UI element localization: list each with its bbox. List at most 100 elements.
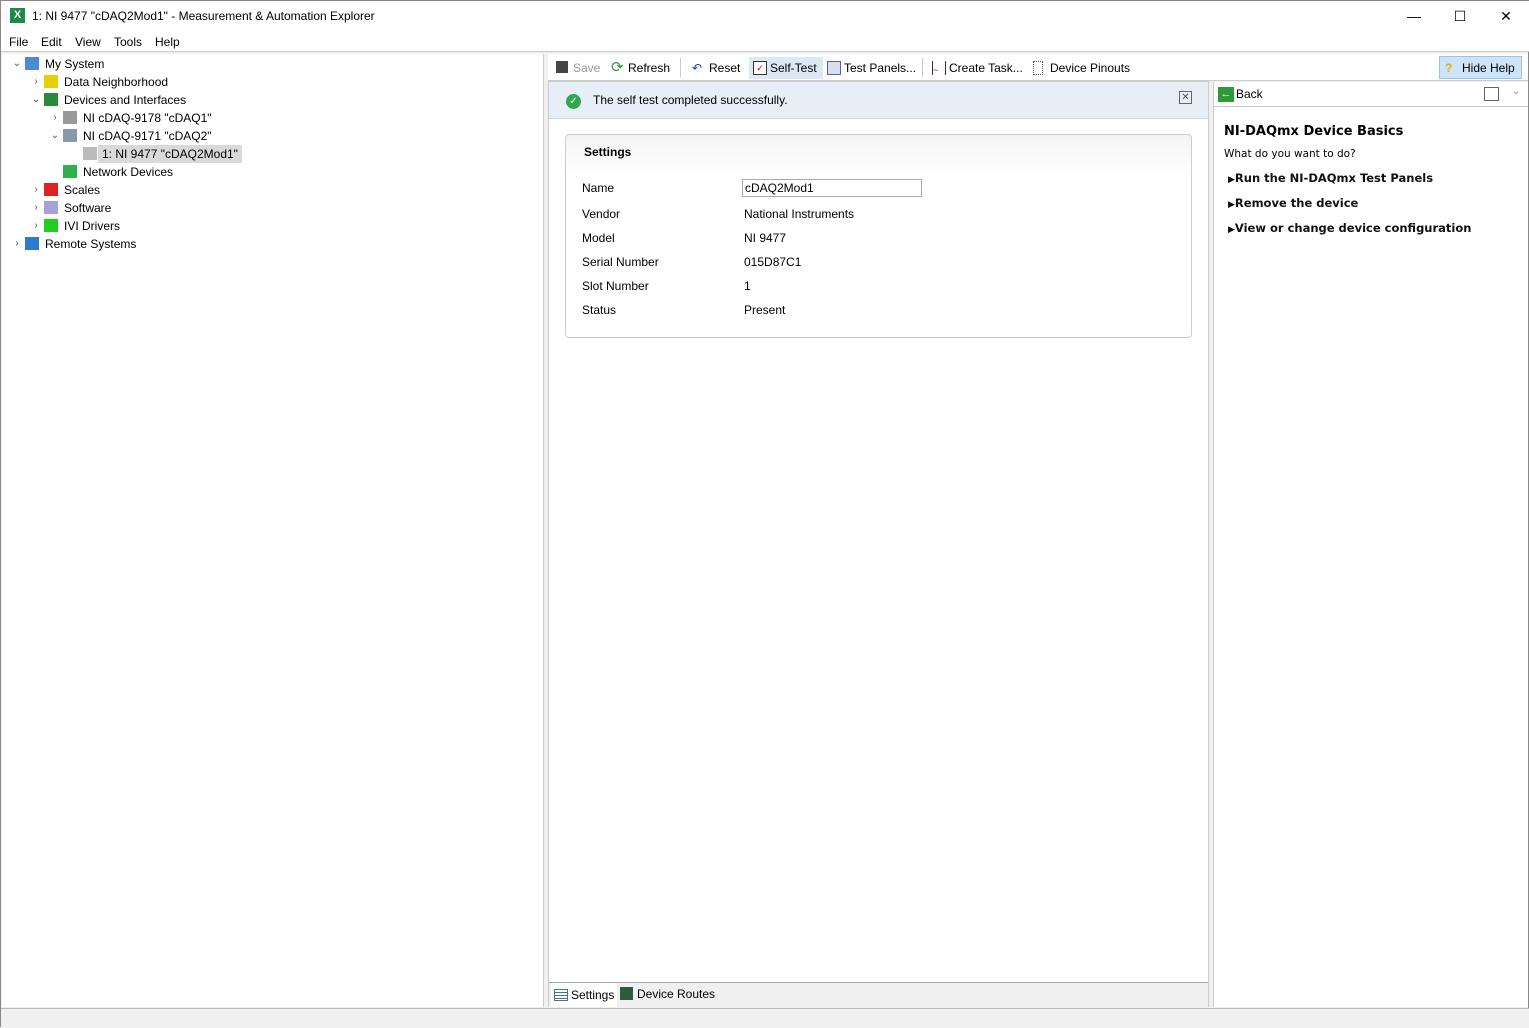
success-icon: ✓ bbox=[566, 94, 581, 109]
devices-icon bbox=[44, 93, 58, 106]
tree-item-label: NI cDAQ-9171 "cDAQ2" bbox=[83, 129, 212, 143]
chevron-right-icon[interactable]: › bbox=[31, 199, 41, 217]
help-panel: ← Back ⌄ NI-DAQmx Device Basics What do … bbox=[1213, 82, 1528, 1007]
tree-item-label: Remote Systems bbox=[45, 237, 137, 251]
software-icon bbox=[44, 201, 58, 214]
chevron-down-icon[interactable]: ⌄ bbox=[31, 91, 41, 109]
name-label: Name bbox=[582, 181, 615, 195]
pinouts-icon bbox=[1033, 61, 1043, 75]
name-input[interactable] bbox=[742, 179, 922, 197]
help-header: ← Back ⌄ bbox=[1214, 82, 1528, 107]
configuration-tree[interactable]: ⌄ My System › Data Neighborhood ⌄ Devices and… bbox=[2, 54, 544, 1007]
tree-item-label: 1: NI 9477 "cDAQ2Mod1" bbox=[98, 145, 242, 163]
help-link[interactable]: ▶Remove the device bbox=[1228, 196, 1358, 210]
create-task-icon: ~ bbox=[932, 61, 946, 75]
reset-button[interactable]: ↶ Reset bbox=[692, 59, 740, 77]
save-icon bbox=[556, 61, 568, 73]
tree-item-label: Software bbox=[64, 201, 112, 215]
hide-help-button[interactable]: ? Hide Help bbox=[1439, 56, 1522, 79]
triangle-right-icon: ▶ bbox=[1228, 175, 1235, 185]
create-task-button[interactable]: ~ Create Task... bbox=[932, 59, 1023, 77]
computer-icon bbox=[25, 57, 39, 70]
help-link[interactable]: ▶Run the NI-DAQmx Test Panels bbox=[1228, 171, 1433, 185]
field-label: Status bbox=[582, 303, 617, 317]
reset-icon: ↶ bbox=[692, 61, 703, 75]
help-icon: ? bbox=[1445, 61, 1453, 75]
minimize-button[interactable]: — bbox=[1391, 1, 1437, 31]
app-icon: X bbox=[10, 8, 25, 23]
data-neighborhood-icon bbox=[44, 75, 58, 88]
field-label: Vendor bbox=[582, 207, 621, 221]
banner-message: The self test completed successfully. bbox=[593, 93, 788, 107]
help-back-button[interactable]: Back bbox=[1236, 87, 1263, 101]
field-label: Serial Number bbox=[582, 255, 659, 269]
chevron-right-icon[interactable]: › bbox=[31, 217, 41, 235]
tree-item-label: Data Neighborhood bbox=[64, 75, 169, 89]
field-value: 1 bbox=[744, 279, 751, 293]
self-test-icon: ✓ bbox=[753, 61, 767, 75]
chevron-right-icon[interactable]: › bbox=[50, 109, 60, 127]
settings-icon bbox=[554, 989, 568, 1001]
window-title: 1: NI 9477 "cDAQ2Mod1" - Measurement & A… bbox=[32, 9, 375, 23]
toolbar: Save ⟳ Refresh ↶ Reset ✓ Self-Test Test Pan… bbox=[548, 54, 1528, 81]
remote-systems-icon bbox=[25, 237, 39, 250]
triangle-right-icon: ▶ bbox=[1228, 200, 1235, 210]
settings-group: Settings Name Vendor National Instruments… bbox=[565, 134, 1192, 338]
settings-title: Settings bbox=[584, 145, 632, 159]
chassis-icon bbox=[63, 129, 77, 142]
tree-item-label: IVI Drivers bbox=[64, 219, 121, 233]
tree-item-label: My System bbox=[45, 57, 105, 71]
menu-view[interactable]: View bbox=[75, 35, 101, 49]
tree-item-label: Scales bbox=[64, 183, 101, 197]
tree-item-label: NI cDAQ-9178 "cDAQ1" bbox=[83, 111, 212, 125]
menu-help[interactable]: Help bbox=[155, 35, 180, 49]
back-arrow-icon: ← bbox=[1218, 87, 1234, 102]
scales-icon bbox=[44, 183, 58, 196]
menu-tools[interactable]: Tools bbox=[114, 35, 142, 49]
chevron-right-icon[interactable]: › bbox=[12, 235, 22, 253]
chassis-error-icon bbox=[63, 111, 77, 124]
close-banner-button[interactable]: ✕ bbox=[1179, 91, 1192, 104]
title-bar: X 1: NI 9477 "cDAQ2Mod1" - Measurement &… bbox=[1, 1, 1529, 31]
tree-item-label: Devices and Interfaces bbox=[64, 93, 187, 107]
chevron-down-icon[interactable]: ⌄ bbox=[12, 55, 22, 73]
help-scrollbar[interactable] bbox=[1511, 108, 1528, 1007]
device-pinouts-button[interactable]: Device Pinouts bbox=[1033, 59, 1130, 77]
device-routes-icon bbox=[620, 987, 633, 1000]
field-value: National Instruments bbox=[744, 207, 855, 221]
close-button[interactable]: ✕ bbox=[1483, 1, 1529, 31]
ivi-icon bbox=[44, 219, 58, 232]
field-label: Model bbox=[582, 231, 615, 245]
field-value: 015D87C1 bbox=[744, 255, 802, 269]
tree-item-label: Network Devices bbox=[83, 165, 174, 179]
help-title: NI-DAQmx Device Basics bbox=[1224, 124, 1404, 139]
field-value: Present bbox=[744, 303, 786, 317]
chevron-down-icon[interactable]: ⌄ bbox=[50, 127, 60, 145]
module-icon bbox=[83, 147, 97, 160]
field-label: Slot Number bbox=[582, 279, 649, 293]
test-panels-icon bbox=[827, 61, 841, 75]
menu-file[interactable]: File bbox=[9, 35, 28, 49]
save-button[interactable]: Save bbox=[556, 59, 600, 77]
chevron-right-icon[interactable]: › bbox=[31, 181, 41, 199]
self-test-button[interactable]: ✓ Self-Test bbox=[749, 57, 823, 79]
field-value: NI 9477 bbox=[744, 231, 787, 245]
help-link[interactable]: ▶View or change device configuration bbox=[1228, 221, 1471, 235]
chevron-down-icon[interactable]: ⌄ bbox=[1512, 86, 1520, 97]
tab-settings[interactable]: Settings bbox=[551, 983, 617, 1007]
maximize-button[interactable]: ☐ bbox=[1437, 1, 1483, 31]
bottom-tabs: Settings Device Routes bbox=[549, 982, 1208, 1007]
tab-device-routes[interactable]: Device Routes bbox=[618, 983, 719, 1005]
test-panels-button[interactable]: Test Panels... bbox=[827, 59, 916, 77]
status-bar bbox=[1, 1008, 1529, 1028]
status-banner: ✓ The self test completed successfully. … bbox=[549, 82, 1208, 119]
refresh-button[interactable]: ⟳ Refresh bbox=[611, 59, 670, 77]
refresh-icon: ⟳ bbox=[611, 59, 624, 76]
triangle-right-icon: ▶ bbox=[1228, 225, 1235, 235]
help-layout-icon[interactable] bbox=[1484, 87, 1499, 101]
chevron-right-icon[interactable]: › bbox=[31, 73, 41, 91]
menu-bar: File Edit View Tools Help bbox=[1, 31, 1529, 52]
network-icon bbox=[63, 165, 77, 178]
help-subtitle: What do you want to do? bbox=[1224, 148, 1356, 160]
menu-edit[interactable]: Edit bbox=[41, 35, 62, 49]
